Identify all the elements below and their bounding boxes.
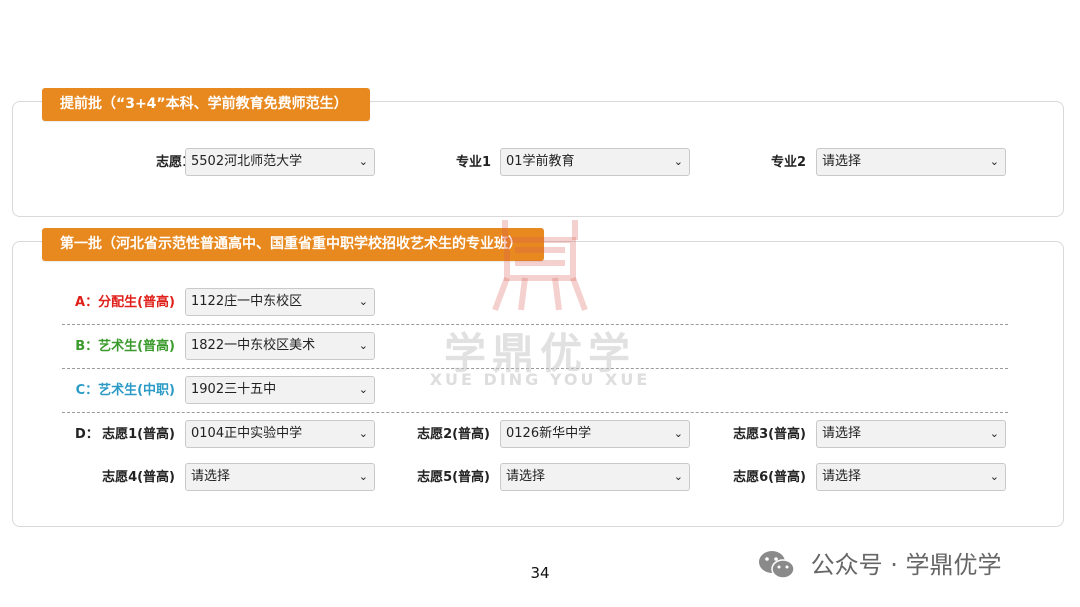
divider <box>62 324 1008 325</box>
first-batch-panel: 第一批（河北省示范性普通高中、国重省重中职学校招收艺术生的专业班） A：分配生(… <box>12 228 1064 527</box>
chevron-down-icon: ⌄ <box>358 339 368 352</box>
zhuanye2-select[interactable]: 请选择 ⌄ <box>816 148 1006 176</box>
d-zhiyuan2-label: 志愿2(普高) <box>417 427 490 442</box>
page-number: 34 <box>530 564 550 582</box>
b-label: B：艺术生(普高) <box>75 339 175 354</box>
a-label: A：分配生(普高) <box>75 295 175 310</box>
chevron-down-icon: ⌄ <box>673 470 683 483</box>
d-zhiyuan3-label: 志愿3(普高) <box>733 427 806 442</box>
first-batch-title: 第一批（河北省示范性普通高中、国重省重中职学校招收艺术生的专业班） <box>42 228 544 261</box>
chevron-down-icon: ⌄ <box>358 295 368 308</box>
a-select[interactable]: 1122庄一中东校区 ⌄ <box>185 288 375 316</box>
footer-brand-text: 公众号 · 学鼎优学 <box>810 551 1002 579</box>
row-b: B：艺术生(普高) 1822一中东校区美术 ⌄ <box>13 332 1063 362</box>
zhuanye1-label: 专业1 <box>455 155 491 170</box>
d-zhiyuan4-label: 志愿4(普高) <box>102 470 175 485</box>
d-zhiyuan1-select[interactable]: 0104正中实验中学 ⌄ <box>185 420 375 448</box>
early-batch-row: 志愿1 5502河北师范大学 ⌄ 专业1 01学前教育 ⌄ 专业2 请选择 ⌄ <box>13 148 1063 178</box>
zhiyuan1-label: 志愿1 <box>155 155 191 170</box>
d-zhiyuan4-select[interactable]: 请选择 ⌄ <box>185 463 375 491</box>
early-batch-panel: 提前批（“3+4”本科、学前教育免费师范生） 志愿1 5502河北师范大学 ⌄ … <box>12 88 1064 217</box>
zhuanye1-select[interactable]: 01学前教育 ⌄ <box>500 148 690 176</box>
chevron-down-icon: ⌄ <box>358 470 368 483</box>
footer-brand: 公众号 · 学鼎优学 <box>757 547 1002 581</box>
chevron-down-icon: ⌄ <box>358 383 368 396</box>
d-zhiyuan1-label: 志愿1(普高) <box>102 427 175 442</box>
row-a: A：分配生(普高) 1122庄一中东校区 ⌄ <box>13 288 1063 318</box>
zhiyuan1-select[interactable]: 5502河北师范大学 ⌄ <box>185 148 375 176</box>
chevron-down-icon: ⌄ <box>673 427 683 440</box>
d-zhiyuan5-label: 志愿5(普高) <box>417 470 490 485</box>
chevron-down-icon: ⌄ <box>989 155 999 168</box>
c-label: C：艺术生(中职) <box>75 383 175 398</box>
divider <box>62 412 1008 413</box>
b-select[interactable]: 1822一中东校区美术 ⌄ <box>185 332 375 360</box>
chevron-down-icon: ⌄ <box>673 155 683 168</box>
row-d-2: 志愿4(普高) 请选择 ⌄ 志愿5(普高) 请选择 ⌄ 志愿6(普高) 请选择 … <box>13 463 1063 493</box>
c-select[interactable]: 1902三十五中 ⌄ <box>185 376 375 404</box>
early-batch-title: 提前批（“3+4”本科、学前教育免费师范生） <box>42 88 370 121</box>
d-zhiyuan2-select[interactable]: 0126新华中学 ⌄ <box>500 420 690 448</box>
row-c: C：艺术生(中职) 1902三十五中 ⌄ <box>13 376 1063 406</box>
divider <box>62 368 1008 369</box>
chevron-down-icon: ⌄ <box>989 470 999 483</box>
d-zhiyuan6-label: 志愿6(普高) <box>733 470 806 485</box>
row-d-1: D： 志愿1(普高) 0104正中实验中学 ⌄ 志愿2(普高) 0126新华中学… <box>13 420 1063 450</box>
chevron-down-icon: ⌄ <box>989 427 999 440</box>
zhuanye2-label: 专业2 <box>770 155 806 170</box>
wechat-icon <box>759 551 795 579</box>
d-zhiyuan5-select[interactable]: 请选择 ⌄ <box>500 463 690 491</box>
d-zhiyuan6-select[interactable]: 请选择 ⌄ <box>816 463 1006 491</box>
d-zhiyuan3-select[interactable]: 请选择 ⌄ <box>816 420 1006 448</box>
chevron-down-icon: ⌄ <box>358 427 368 440</box>
chevron-down-icon: ⌄ <box>358 155 368 168</box>
